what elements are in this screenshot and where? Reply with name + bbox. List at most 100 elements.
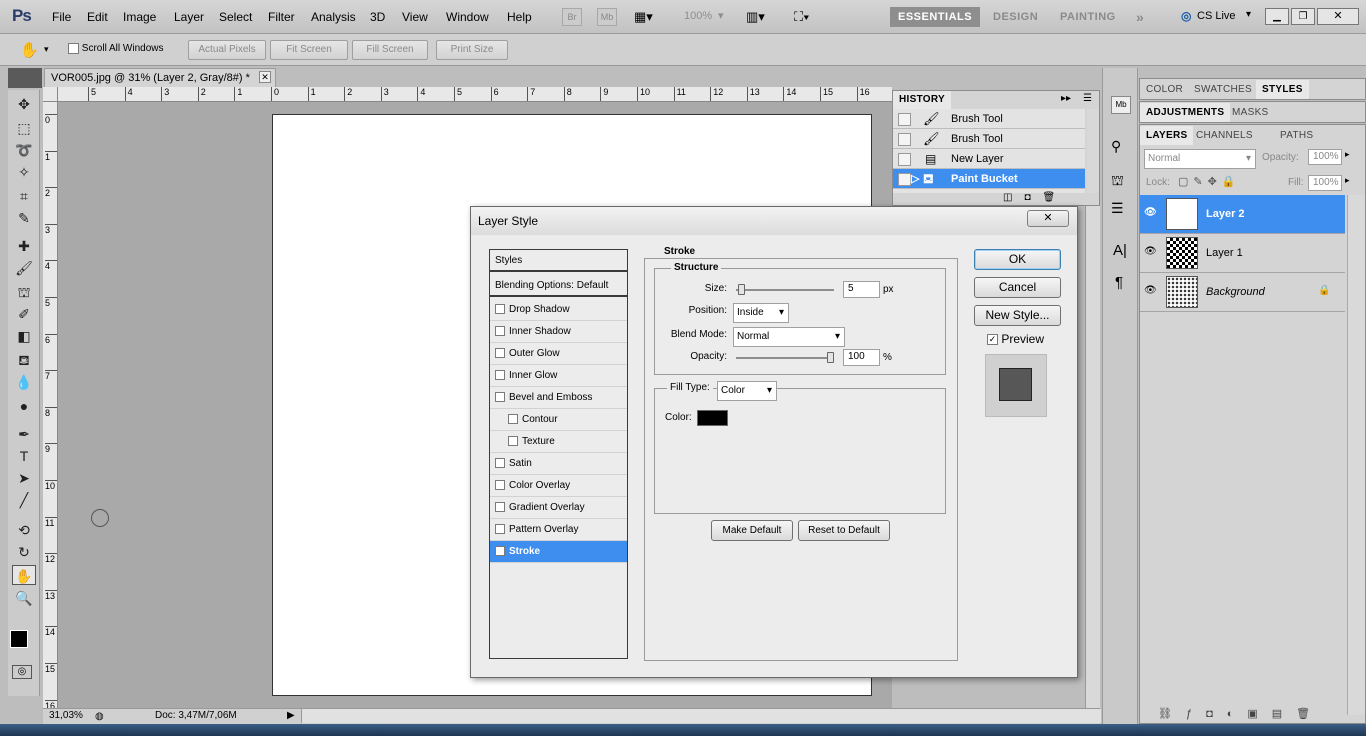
ok-button[interactable]: OK [974,249,1061,270]
cs-live-menu[interactable]: CS Live [1197,10,1236,22]
clone-source-icon[interactable]: ⛫ [1111,172,1124,191]
fill-type-select[interactable]: Color [717,381,777,401]
history-item[interactable]: 🖌 Brush Tool [893,129,1085,149]
history-brush-icon[interactable]: ✐ [12,304,36,324]
effect-item[interactable]: Gradient Overlay [490,497,627,519]
move-tool-icon[interactable]: ✥ [12,94,36,114]
effect-item[interactable]: Inner Glow [490,365,627,387]
effect-item[interactable]: ✓ Stroke [490,541,627,563]
view-extras-icon[interactable]: ▦▾ [634,9,664,25]
styles-header[interactable]: Styles [490,250,627,272]
layer-opacity-field[interactable]: 100% [1308,149,1342,165]
menu-filter[interactable]: Filter [268,10,295,24]
effect-checkbox[interactable]: ✓ [495,546,505,557]
effect-checkbox[interactable] [495,326,505,337]
effect-checkbox[interactable] [495,502,505,513]
history-item[interactable]: ▤ New Layer [893,149,1085,169]
cancel-button[interactable]: Cancel [974,277,1061,298]
preview-option[interactable]: ✓ Preview [987,332,1044,346]
blending-options-item[interactable]: Blending Options: Default [490,275,627,297]
effect-checkbox[interactable] [495,348,505,359]
reset-to-default-button[interactable]: Reset to Default [798,520,890,541]
size-slider[interactable] [736,284,834,295]
stroke-color-swatch[interactable] [697,410,728,426]
dialog-close-icon[interactable]: ✕ [1027,210,1069,227]
eye-icon[interactable]: 👁 [1144,285,1157,296]
history-tab[interactable]: HISTORY [893,91,951,109]
lock-icons[interactable]: ▢✎✥🔒 [1178,175,1241,188]
healing-brush-icon[interactable]: ✚ [12,236,36,256]
effect-item[interactable]: Inner Shadow [490,321,627,343]
workspace-essentials[interactable]: ESSENTIALS [890,7,981,27]
menu-analysis[interactable]: Analysis [311,10,356,24]
paragraph-panel-icon[interactable]: ¶ [1115,274,1123,291]
brush-presets-icon[interactable]: ⚲ [1111,138,1121,155]
fit-screen-button[interactable]: Fit Screen [270,40,348,60]
layer-blend-mode-select[interactable]: Normal [1144,149,1256,169]
character-panel-icon[interactable]: A| [1113,242,1127,259]
effect-checkbox[interactable] [495,304,505,315]
effect-item[interactable]: Drop Shadow [490,299,627,321]
effect-checkbox[interactable] [508,436,518,447]
workspace-painting[interactable]: PAINTING [1052,7,1124,27]
history-snapshot-box[interactable] [898,173,911,186]
tab-masks[interactable]: MASKS [1226,103,1275,122]
effect-checkbox[interactable] [495,370,505,381]
history-actions-icons[interactable]: ◫◘🗑 [1003,192,1067,203]
history-snapshot-box[interactable] [898,153,911,166]
restore-icon[interactable]: ❐ [1291,8,1315,25]
dodge-tool-icon[interactable]: ● [12,396,36,416]
layer-fill-arrow-icon[interactable]: ▸ [1345,175,1350,186]
size-field[interactable]: 5 [843,281,880,298]
horizontal-scrollbar[interactable] [301,709,1101,723]
zoom-tool-icon[interactable]: 🔍 [12,588,36,608]
cs-live-dropdown-icon[interactable]: ▾ [1246,9,1251,20]
zoom-dropdown-icon[interactable]: ▾ [718,9,724,22]
type-tool-icon[interactable]: T [12,446,36,466]
size-slider-knob[interactable] [737,284,745,295]
tab-adjustments[interactable]: ADJUSTMENTS [1140,103,1231,122]
menu-image[interactable]: Image [123,10,156,24]
layer-row-background[interactable]: 👁 Background 🔒 [1140,273,1345,312]
fill-screen-button[interactable]: Fill Screen [352,40,428,60]
lasso-tool-icon[interactable]: ➰ [12,140,36,160]
opacity-field[interactable]: 100 [843,349,880,366]
paint-bucket-tool-icon[interactable]: ⛾ [12,350,36,370]
layers-footer-icons[interactable]: ⛓ƒ◘◐▣▤🗑 [1158,707,1324,720]
menu-view[interactable]: View [402,10,428,24]
tab-swatches[interactable]: SWATCHES [1188,80,1258,99]
workspaces-more-icon[interactable]: » [1128,7,1152,27]
layer-opacity-arrow-icon[interactable]: ▸ [1345,149,1350,160]
eye-icon[interactable]: 👁 [1144,207,1157,218]
history-snapshot-box[interactable] [898,113,911,126]
history-item[interactable]: 🖌 Brush Tool [893,109,1085,129]
layer-name[interactable]: Background [1206,286,1265,298]
new-style-button[interactable]: New Style... [974,305,1061,326]
hand-tool-icon[interactable]: ✋ [20,41,39,59]
menu-select[interactable]: Select [219,10,252,24]
clone-stamp-icon[interactable]: ⛫ [12,282,36,302]
history-collapse-icon[interactable]: ▸▸ [1061,93,1071,104]
window-close-icon[interactable]: ✕ [1317,8,1359,25]
menu-window[interactable]: Window [446,10,489,24]
history-menu-icon[interactable]: ☰ [1083,93,1092,104]
scroll-all-windows-checkbox[interactable] [68,43,79,54]
menu-edit[interactable]: Edit [87,10,108,24]
effect-checkbox[interactable] [508,414,518,425]
bridge-button[interactable]: Br [562,8,582,26]
tab-layers[interactable]: LAYERS [1140,126,1194,145]
tab-paths[interactable]: PATHS [1274,126,1319,145]
effect-checkbox[interactable] [495,480,505,491]
effect-item[interactable]: Pattern Overlay [490,519,627,541]
blend-mode-select[interactable]: Normal [733,327,845,347]
tab-channels[interactable]: CHANNELS [1190,126,1259,145]
eraser-tool-icon[interactable]: ◧ [12,326,36,346]
make-default-button[interactable]: Make Default [711,520,793,541]
effect-item[interactable]: Color Overlay [490,475,627,497]
document-tab[interactable]: VOR005.jpg @ 31% (Layer 2, Gray/8#) * ✕ [44,68,276,88]
scroll-all-windows-option[interactable]: Scroll All Windows [68,43,163,54]
blur-tool-icon[interactable]: 💧 [12,372,36,392]
effect-checkbox[interactable] [495,458,505,469]
document-close-icon[interactable]: ✕ [259,71,271,83]
3d-rotate-icon[interactable]: ⟲ [12,520,36,540]
